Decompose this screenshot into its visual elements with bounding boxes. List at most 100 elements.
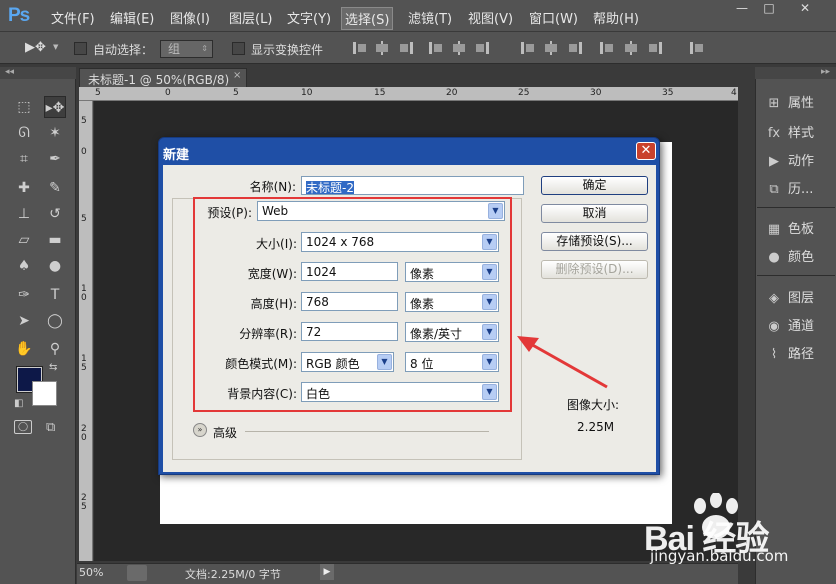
tools-panel-collapse[interactable]: ◂◂ xyxy=(0,67,76,79)
eyedropper-tool-icon[interactable]: ✒ xyxy=(44,148,66,170)
menu-type[interactable]: 文字(Y) xyxy=(284,7,334,28)
panel-item-layers[interactable]: ◈ 图层 xyxy=(765,287,835,309)
maximize-button[interactable]: □ xyxy=(757,1,781,17)
menu-window[interactable]: 窗口(W) xyxy=(526,7,581,28)
dialog-close-button[interactable]: ✕ xyxy=(636,142,656,160)
panel-item-history[interactable]: ⧉ 历... xyxy=(765,178,835,200)
path-select-tool-icon[interactable]: ➤ xyxy=(13,310,35,332)
hand-tool-icon[interactable]: ✋ xyxy=(13,338,35,360)
quick-mask-icon[interactable]: ◯ xyxy=(14,420,32,434)
panel-item-label: 色板 xyxy=(788,222,815,237)
tool-preset-dropdown-icon[interactable]: ▼ xyxy=(53,43,58,51)
move-tool-icon[interactable]: ▶✥ xyxy=(25,40,46,55)
bit-depth-value: 8 位 xyxy=(410,357,434,371)
panel-item-channels[interactable]: ◉ 通道 xyxy=(765,315,835,337)
panel-item-label: 图层 xyxy=(788,291,815,306)
align-distribute-icon[interactable] xyxy=(474,41,490,55)
panel-item-properties[interactable]: ⊞ 属性 xyxy=(765,92,835,114)
width-field[interactable]: 1024 xyxy=(301,262,398,281)
resolution-field[interactable]: 72 xyxy=(301,322,398,341)
align-distribute-icon[interactable] xyxy=(599,41,615,55)
resolution-unit-select[interactable]: 像素/英寸 ▼ xyxy=(405,322,499,342)
menu-image[interactable]: 图像(I) xyxy=(167,7,213,28)
background-color-swatch[interactable] xyxy=(32,381,57,406)
name-label: 名称(N): xyxy=(249,180,296,194)
close-window-button[interactable]: ✕ xyxy=(793,1,817,17)
align-distribute-icon[interactable] xyxy=(374,41,390,55)
magic-wand-tool-icon[interactable]: ✶ xyxy=(44,122,66,144)
align-distribute-icon[interactable] xyxy=(428,41,444,55)
align-distribute-icon[interactable] xyxy=(689,41,705,55)
zoom-level[interactable]: 50% xyxy=(79,566,103,579)
eraser-tool-icon[interactable]: ▱ xyxy=(13,229,35,251)
right-panel-collapse[interactable]: ▸▸ xyxy=(755,67,836,79)
background-contents-select[interactable]: 白色 ▼ xyxy=(301,382,499,402)
height-unit-select[interactable]: 像素 ▼ xyxy=(405,292,499,312)
align-distribute-icon[interactable] xyxy=(398,41,414,55)
size-select[interactable]: 1024 x 768 ▼ xyxy=(301,232,499,252)
healing-brush-tool-icon[interactable]: ✚ xyxy=(13,177,35,199)
zoom-tool-icon[interactable]: ⚲ xyxy=(44,338,66,360)
chevron-down-icon: ▼ xyxy=(482,324,497,340)
gradient-tool-icon[interactable]: ▬ xyxy=(44,229,66,251)
move-tool-icon[interactable]: ▸✥ xyxy=(44,96,66,118)
ellipse-tool-icon[interactable]: ◯ xyxy=(44,310,66,332)
default-colors-icon[interactable]: ◧ xyxy=(14,398,23,409)
align-distribute-icon[interactable] xyxy=(647,41,663,55)
menu-help[interactable]: 帮助(H) xyxy=(590,7,642,28)
blur-tool-icon[interactable]: ♠ xyxy=(13,255,35,277)
align-distribute-icon[interactable] xyxy=(567,41,583,55)
panel-item-styles[interactable]: fx 样式 xyxy=(765,122,835,144)
auto-select-checkbox[interactable] xyxy=(74,42,87,55)
document-tab[interactable]: 未标题-1 @ 50%(RGB/8) xyxy=(79,68,247,87)
menu-file[interactable]: 文件(F) xyxy=(48,7,98,28)
menu-edit[interactable]: 编辑(E) xyxy=(107,7,157,28)
swap-colors-icon[interactable]: ⇆ xyxy=(49,362,57,373)
preset-select[interactable]: Web ▼ xyxy=(257,201,505,221)
align-distribute-icon[interactable] xyxy=(543,41,559,55)
align-distribute-icon[interactable] xyxy=(451,41,467,55)
advanced-expand-icon[interactable]: » xyxy=(193,423,207,437)
advanced-label[interactable]: 高级 xyxy=(213,424,237,441)
ok-button[interactable]: 确定 xyxy=(541,176,648,195)
panel-item-swatches[interactable]: ▦ 色板 xyxy=(765,218,835,240)
menu-layer[interactable]: 图层(L) xyxy=(226,7,275,28)
auto-select-target-select[interactable]: 组 ⇕ xyxy=(160,40,213,58)
height-field[interactable]: 768 xyxy=(301,292,398,311)
align-distribute-icon[interactable] xyxy=(623,41,639,55)
tab-close-icon[interactable]: × xyxy=(233,70,241,81)
menu-filter[interactable]: 滤镜(T) xyxy=(405,7,455,28)
ruler-tick-label: 20 xyxy=(446,88,458,98)
screen-mode-icon[interactable]: ⧉ xyxy=(46,420,55,435)
panel-item-actions[interactable]: ▶ 动作 xyxy=(765,150,835,172)
dodge-tool-icon[interactable]: ● xyxy=(44,255,66,277)
align-distribute-icon[interactable] xyxy=(520,41,536,55)
width-unit-select[interactable]: 像素 ▼ xyxy=(405,262,499,282)
type-tool-icon[interactable]: T xyxy=(44,284,66,306)
panel-item-paths[interactable]: ⌇ 路径 xyxy=(765,343,835,365)
status-menu-arrow-icon[interactable]: ▶ xyxy=(320,564,334,580)
show-transform-checkbox[interactable] xyxy=(232,42,245,55)
menu-view[interactable]: 视图(V) xyxy=(465,7,516,28)
crop-tool-icon[interactable]: ⌗ xyxy=(13,148,35,170)
brush-tool-icon[interactable]: ✎ xyxy=(44,177,66,199)
clone-stamp-tool-icon[interactable]: ⊥ xyxy=(13,203,35,225)
marquee-tool-icon[interactable]: ⬚ xyxy=(13,96,35,118)
bit-depth-select[interactable]: 8 位 ▼ xyxy=(405,352,499,372)
auto-select-label: 自动选择： xyxy=(93,43,154,57)
chevron-down-icon: ▼ xyxy=(482,264,497,280)
cancel-button[interactable]: 取消 xyxy=(541,204,648,223)
pen-tool-icon[interactable]: ✑ xyxy=(13,284,35,306)
save-preset-button[interactable]: 存储预设(S)... xyxy=(541,232,648,251)
history-brush-tool-icon[interactable]: ↺ xyxy=(44,203,66,225)
color-mode-select[interactable]: RGB 颜色 ▼ xyxy=(301,352,394,372)
name-field[interactable]: 未标题-2 xyxy=(301,176,524,195)
menu-select[interactable]: 选择(S) xyxy=(341,7,394,30)
align-distribute-icon[interactable] xyxy=(352,41,368,55)
lasso-tool-icon[interactable]: ᘏ xyxy=(13,122,35,144)
minimize-button[interactable]: — xyxy=(730,1,754,17)
dialog-title: 新建 xyxy=(163,148,190,163)
delete-preset-button: 删除预设(D)... xyxy=(541,260,648,279)
panel-item-color[interactable]: ● 颜色 xyxy=(765,246,835,268)
status-info-icon[interactable] xyxy=(127,565,147,581)
